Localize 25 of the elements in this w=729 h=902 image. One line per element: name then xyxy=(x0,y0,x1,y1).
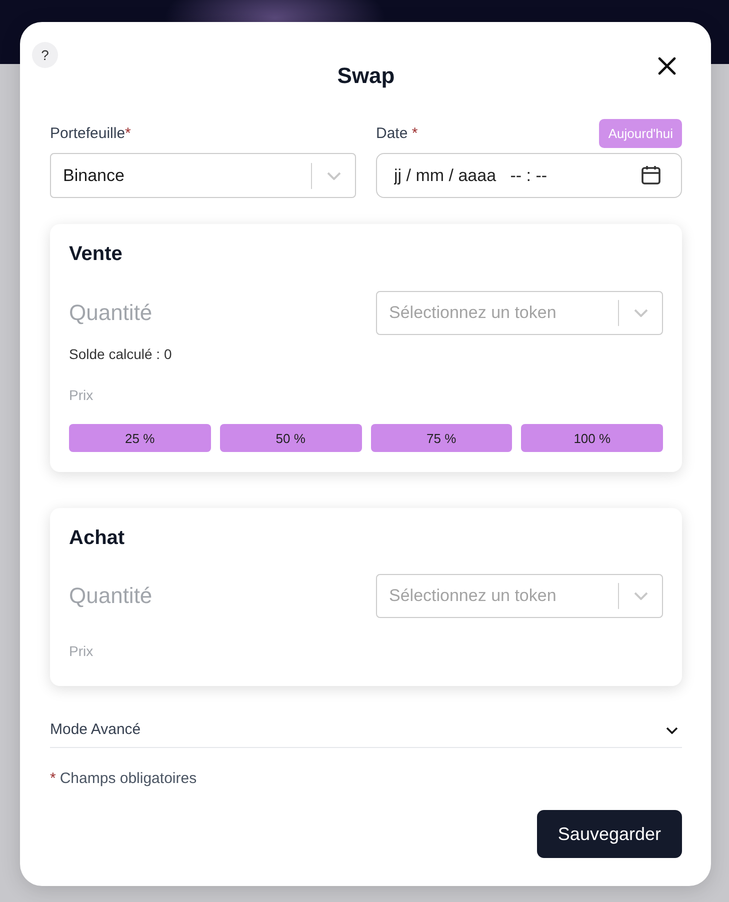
advanced-mode-toggle[interactable]: Mode Avancé xyxy=(50,717,682,748)
help-button[interactable]: ? xyxy=(32,42,58,68)
dialog-title: Swap xyxy=(337,62,395,90)
required-fields-note: * Champs obligatoires xyxy=(50,769,198,789)
close-icon xyxy=(658,57,676,75)
percent-button[interactable]: 75 % xyxy=(370,424,512,452)
save-button[interactable]: Sauvegarder xyxy=(536,810,682,858)
date-label: Date * xyxy=(376,125,418,142)
quantity-field[interactable]: Quantité xyxy=(69,580,349,612)
quantity-field[interactable]: Quantité xyxy=(69,297,349,329)
percent-button[interactable]: 50 % xyxy=(220,424,362,452)
chevron-down-icon xyxy=(634,592,648,600)
calendar-icon[interactable] xyxy=(641,165,661,185)
close-button[interactable] xyxy=(658,57,676,75)
wallet-select[interactable]: Binance xyxy=(50,153,356,198)
chevron-down-icon xyxy=(634,309,648,317)
wallet-label: Portefeuille* xyxy=(50,125,131,142)
percent-button[interactable]: 25 % xyxy=(69,424,211,452)
percent-button[interactable]: 100 % xyxy=(521,424,663,452)
balance-text: Solde calculé : 0 xyxy=(69,345,173,363)
chevron-down-icon xyxy=(326,172,340,180)
section-title: Vente xyxy=(69,242,124,267)
section-title: Achat xyxy=(69,526,126,551)
price-field[interactable]: Prix xyxy=(69,380,349,410)
price-field[interactable]: Prix xyxy=(69,636,349,666)
